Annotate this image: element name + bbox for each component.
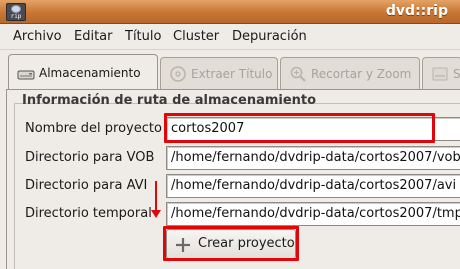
menu-cluster[interactable]: Cluster <box>173 29 219 44</box>
create-button-highlight <box>163 226 299 261</box>
tab-label: Almacenamiento <box>39 66 141 80</box>
temp-dir-input[interactable]: /home/fernando/dvdrip-data/cortos2007/tm… <box>166 202 460 226</box>
zoom-icon <box>290 66 306 82</box>
menu-titulo[interactable]: Título <box>125 29 161 44</box>
tab-subtitulos[interactable]: S <box>422 57 460 89</box>
annotation-arrow-line <box>155 181 157 211</box>
tab-label: Recortar y Zoom <box>311 67 412 81</box>
tab-label: Extraer Título <box>191 67 273 81</box>
section-title: Información de ruta de almacenamiento <box>22 93 317 108</box>
tab-almacenamiento[interactable]: Almacenamiento <box>8 54 158 90</box>
annotation-arrow-head <box>151 210 161 218</box>
project-name-highlight <box>164 113 435 143</box>
avi-dir-input[interactable]: /home/fernando/dvdrip-data/cortos2007/av… <box>166 174 460 198</box>
menu-bar: Archivo Editar Título Cluster Depuración <box>0 24 460 50</box>
menu-depuracion[interactable]: Depuración <box>232 29 307 44</box>
tab-label: S <box>453 67 460 81</box>
notebook-tabs: Almacenamiento Extraer Título Recortar y… <box>0 52 460 92</box>
title-bar: rip dvd::rip <box>0 0 460 24</box>
window-title: dvd::rip <box>385 3 448 19</box>
menu-editar[interactable]: Editar <box>74 29 113 44</box>
vob-dir-label: Directorio para VOB <box>25 150 155 165</box>
subtitle-icon <box>432 67 448 81</box>
menu-archivo[interactable]: Archivo <box>13 29 62 44</box>
project-name-label: Nombre del proyecto <box>25 121 162 136</box>
tab-recortar-zoom[interactable]: Recortar y Zoom <box>280 57 420 89</box>
drive-icon <box>17 70 35 80</box>
dvdrip-app-icon: rip <box>6 3 26 21</box>
vob-dir-input[interactable]: /home/fernando/dvdrip-data/cortos2007/vo… <box>166 146 460 170</box>
temp-dir-label: Directorio temporal <box>25 206 152 221</box>
tab-extraer-titulo[interactable]: Extraer Título <box>160 57 278 89</box>
disc-icon <box>170 66 186 82</box>
avi-dir-label: Directorio para AVI <box>25 178 148 193</box>
